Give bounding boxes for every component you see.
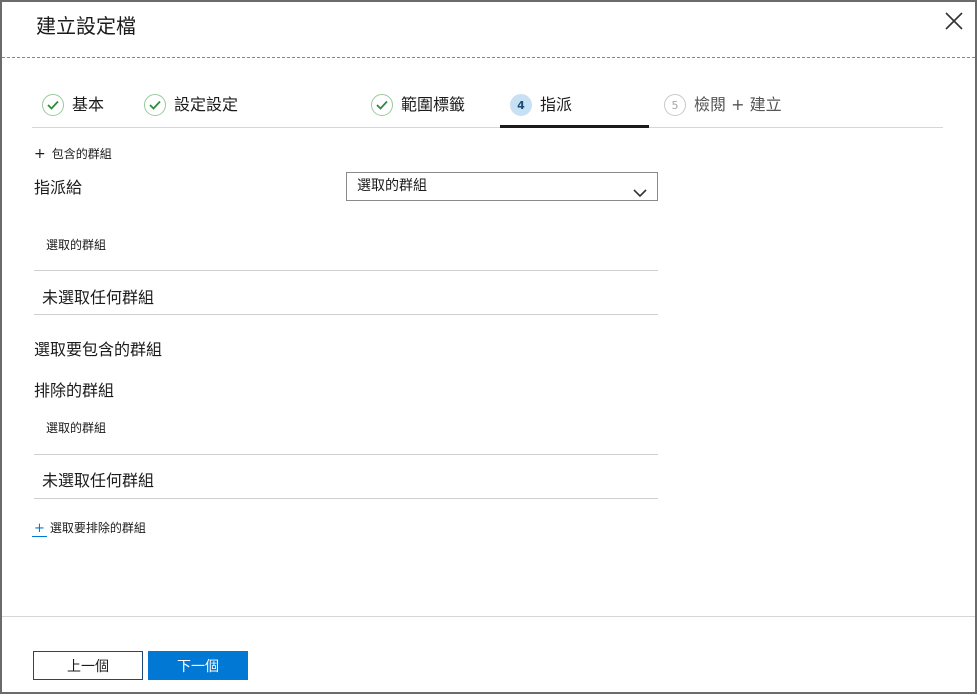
add-included-groups-link[interactable]: + 包含的群組 — [34, 145, 112, 162]
assign-to-label: 指派給 — [34, 178, 83, 197]
assign-to-dropdown[interactable]: 選取的群組 — [346, 172, 658, 201]
step-basics[interactable]: 基本 — [42, 86, 104, 128]
divider — [34, 454, 658, 455]
step-number-badge: 4 — [510, 94, 532, 116]
close-icon[interactable] — [943, 10, 965, 32]
create-profile-dialog: 建立設定檔 基本 設定設定 範圍標籤 4 指派 5 檢閱 + 建立 + 包含的群… — [0, 0, 977, 694]
excluded-groups-column-header: 選取的群組 — [46, 421, 107, 435]
divider — [34, 314, 658, 315]
step-assignments[interactable]: 4 指派 — [500, 86, 649, 128]
divider — [34, 498, 658, 499]
select-included-groups-link[interactable]: 選取要包含的群組 — [34, 336, 162, 360]
dialog-title: 建立設定檔 — [36, 14, 136, 38]
included-groups-empty-text: 未選取任何群組 — [42, 288, 155, 307]
footer-divider — [2, 616, 975, 617]
step-label: 範圍標籤 — [401, 95, 466, 114]
step-label: 基本 — [72, 95, 105, 114]
step-number-badge: 5 — [664, 94, 686, 116]
step-label: 檢閱 + 建立 — [694, 95, 782, 114]
excluded-groups-empty-text: 未選取任何群組 — [42, 471, 155, 490]
wizard-steps: 基本 設定設定 範圍標籤 4 指派 5 檢閱 + 建立 — [32, 86, 943, 128]
add-included-groups-label: 包含的群組 — [51, 147, 112, 161]
divider — [34, 270, 658, 271]
step-scope-tags[interactable]: 範圍標籤 — [371, 86, 465, 128]
header-separator — [2, 57, 975, 58]
select-excluded-groups-label: 選取要排除的群組 — [49, 521, 146, 535]
select-excluded-groups-link[interactable]: + 選取要排除的群組 — [32, 519, 146, 537]
step-review-create[interactable]: 5 檢閱 + 建立 — [664, 86, 782, 128]
chevron-down-icon — [633, 181, 647, 208]
step-label: 指派 — [540, 95, 573, 114]
plus-icon: + — [34, 146, 46, 162]
previous-button[interactable]: 上一個 — [33, 651, 143, 680]
step-configuration-settings[interactable]: 設定設定 — [144, 86, 238, 128]
check-icon — [42, 94, 64, 116]
included-groups-column-header: 選取的群組 — [46, 238, 107, 252]
assign-to-value: 選取的群組 — [357, 178, 427, 194]
check-icon — [371, 94, 393, 116]
next-button[interactable]: 下一個 — [148, 651, 248, 680]
excluded-groups-title: 排除的群組 — [34, 381, 115, 400]
step-label: 設定設定 — [174, 95, 239, 114]
plus-icon: + — [32, 521, 47, 537]
check-icon — [144, 94, 166, 116]
